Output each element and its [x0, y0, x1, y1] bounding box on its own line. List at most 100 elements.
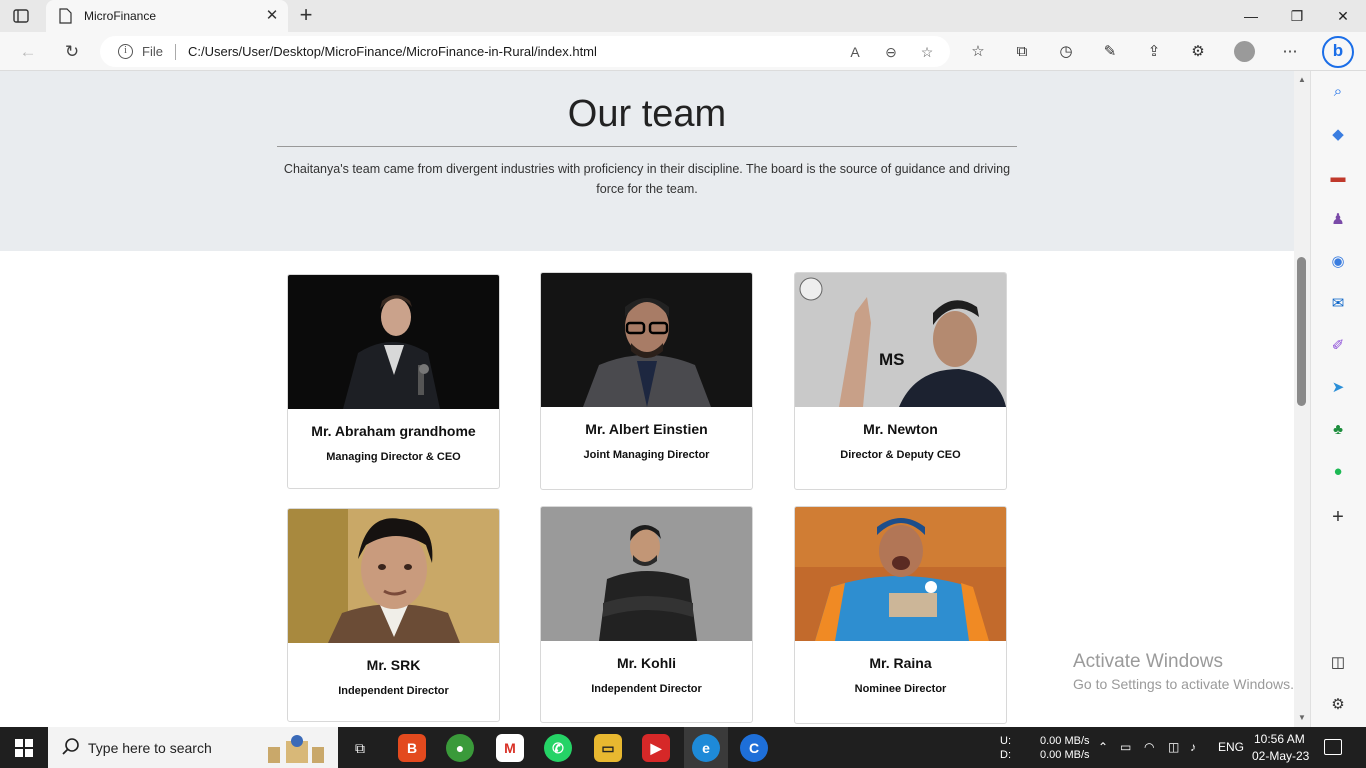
refresh-icon[interactable]: ↻ [60, 40, 84, 64]
member-role: Director & Deputy CEO [840, 449, 961, 461]
title-bar: MicroFinance ✕ + — ❐ ✕ [0, 0, 1366, 32]
add-favorite-icon[interactable]: ☆ [916, 41, 938, 63]
search-icon[interactable]: ⌕ [1327, 81, 1349, 103]
search-highlight-icon [262, 733, 330, 763]
windows-start-icon[interactable] [14, 738, 34, 758]
language-indicator[interactable]: ENG [1218, 740, 1244, 754]
profile-avatar[interactable] [1234, 41, 1255, 62]
address-bar[interactable]: i File C:/Users/User/Desktop/MicroFinanc… [100, 36, 950, 67]
read-aloud-icon[interactable]: A [844, 41, 866, 63]
member-name: Mr. Abraham grandhome [311, 423, 476, 439]
edge-icon[interactable]: e [692, 734, 720, 762]
member-role: Independent Director [591, 683, 702, 695]
app-c-icon[interactable]: C [740, 734, 768, 762]
telegram-icon[interactable]: ➤ [1327, 377, 1349, 399]
wifi-icon[interactable]: ◠ [1144, 740, 1154, 754]
whatsapp-icon[interactable]: ✆ [544, 734, 572, 762]
gmail-icon[interactable]: M [496, 734, 524, 762]
team-card: Mr. Raina Nominee Director [794, 506, 1007, 724]
member-role: Joint Managing Director [583, 449, 710, 461]
page-title: Our team [567, 93, 727, 135]
search-icon [61, 737, 81, 757]
shopping-icon[interactable]: ◆ [1327, 124, 1349, 146]
add-app-icon[interactable]: + [1327, 506, 1349, 528]
device-icon[interactable]: ◫ [1168, 740, 1179, 754]
page-viewport: Our team Chaitanya's team came from dive… [0, 71, 1294, 727]
brave-icon[interactable]: B [398, 734, 426, 762]
team-card: Mr. Kohli Independent Director [540, 506, 753, 723]
scheme-label: File [142, 44, 163, 59]
search-placeholder: Type here to search [88, 740, 212, 756]
outlook-icon[interactable]: ✉ [1327, 293, 1349, 315]
watermark-title: Activate Windows [1073, 651, 1223, 672]
zoom-out-icon[interactable]: ⊖ [880, 41, 902, 63]
member-name: Mr. Newton [863, 421, 938, 437]
browser-tab[interactable]: MicroFinance ✕ [46, 0, 288, 32]
taskbar-search[interactable]: Type here to search [48, 727, 338, 768]
minimize-button[interactable]: — [1228, 0, 1274, 32]
share-icon[interactable]: ⇪ [1142, 40, 1166, 64]
page-scrollbar[interactable]: ▲ ▼ [1294, 71, 1310, 727]
scroll-down-icon[interactable]: ▼ [1297, 713, 1307, 723]
photo-caption: MS [879, 350, 905, 369]
designer-icon[interactable]: ✐ [1327, 335, 1349, 357]
team-description: Chaitanya's team came from divergent ind… [283, 162, 1011, 196]
address-divider [175, 44, 176, 60]
member-photo: MS [795, 273, 1006, 407]
settings-icon[interactable]: ⚙ [1327, 694, 1349, 716]
history-icon[interactable]: ◷ [1054, 40, 1078, 64]
net-upload-speed: 0.00 MB/s [1040, 735, 1090, 747]
browser-toolbar: ← ↻ i File C:/Users/User/Desktop/MicroFi… [0, 32, 1366, 71]
team-card: Mr. Abraham grandhome Managing Director … [287, 274, 500, 489]
member-photo [288, 275, 499, 409]
volume-icon[interactable]: ♪ [1190, 740, 1196, 754]
back-icon[interactable]: ← [16, 40, 40, 64]
collections-icon[interactable]: ⧉ [1010, 40, 1034, 64]
net-upload-label: U: [1000, 735, 1011, 747]
restore-button[interactable]: ❐ [1274, 0, 1320, 32]
edge-sidebar: ⌕ ◆ ▬ ♟ ◉ ✉ ✐ ➤ ♣ ● + ◫ ⚙ [1310, 71, 1366, 727]
member-role: Nominee Director [854, 683, 947, 695]
task-view-icon[interactable]: ⧉ [346, 734, 374, 762]
sidebar-toggle-icon[interactable]: ◫ [1327, 652, 1349, 674]
new-tab-button[interactable]: + [294, 4, 318, 28]
member-photo [795, 507, 1006, 641]
file-explorer-icon[interactable]: ▭ [594, 734, 622, 762]
favorites-icon[interactable]: ☆ [966, 40, 990, 64]
clock-time[interactable]: 10:56 AM [1254, 732, 1305, 746]
tab-title: MicroFinance [84, 9, 157, 23]
media-player-icon[interactable]: ▶ [642, 734, 670, 762]
close-tab-icon[interactable]: ✕ [262, 6, 282, 26]
team-header: Our team Chaitanya's team came from dive… [0, 71, 1294, 251]
web-capture-icon[interactable]: ✎ [1098, 40, 1122, 64]
chrome-icon[interactable]: ● [446, 734, 474, 762]
watermark-subtitle: Go to Settings to activate Windows. [1073, 676, 1294, 692]
clock-date[interactable]: 02-May-23 [1252, 749, 1309, 763]
member-photo [541, 273, 752, 407]
tools-icon[interactable]: ▬ [1327, 167, 1349, 189]
spotify-icon[interactable]: ● [1327, 461, 1349, 483]
member-role: Managing Director & CEO [326, 451, 461, 463]
extensions-icon[interactable]: ⚙ [1186, 40, 1210, 64]
tab-actions-icon[interactable] [12, 7, 30, 25]
info-icon[interactable]: i [118, 44, 133, 59]
more-menu-icon[interactable]: ⋯ [1278, 40, 1302, 64]
show-hidden-icons-icon[interactable]: ⌃ [1098, 740, 1108, 754]
close-window-button[interactable]: ✕ [1320, 0, 1366, 32]
page-icon [58, 8, 72, 24]
scroll-up-icon[interactable]: ▲ [1297, 75, 1307, 85]
scroll-thumb[interactable] [1297, 257, 1306, 406]
battery-icon[interactable]: ▭ [1120, 740, 1131, 754]
member-name: Mr. Raina [869, 655, 932, 671]
microsoft365-icon[interactable]: ◉ [1327, 251, 1349, 273]
net-download-speed: 0.00 MB/s [1040, 749, 1090, 761]
notifications-icon[interactable] [1324, 739, 1342, 755]
activation-watermark: Activate Windows Go to Settings to activ… [1073, 651, 1294, 692]
bing-chat-icon[interactable]: b [1322, 36, 1354, 68]
title-divider [277, 146, 1017, 147]
member-photo [288, 509, 499, 643]
url-text[interactable]: C:/Users/User/Desktop/MicroFinance/Micro… [188, 44, 597, 59]
member-name: Mr. Albert Einstien [585, 421, 708, 437]
tree-icon[interactable]: ♣ [1327, 419, 1349, 441]
games-icon[interactable]: ♟ [1327, 209, 1349, 231]
